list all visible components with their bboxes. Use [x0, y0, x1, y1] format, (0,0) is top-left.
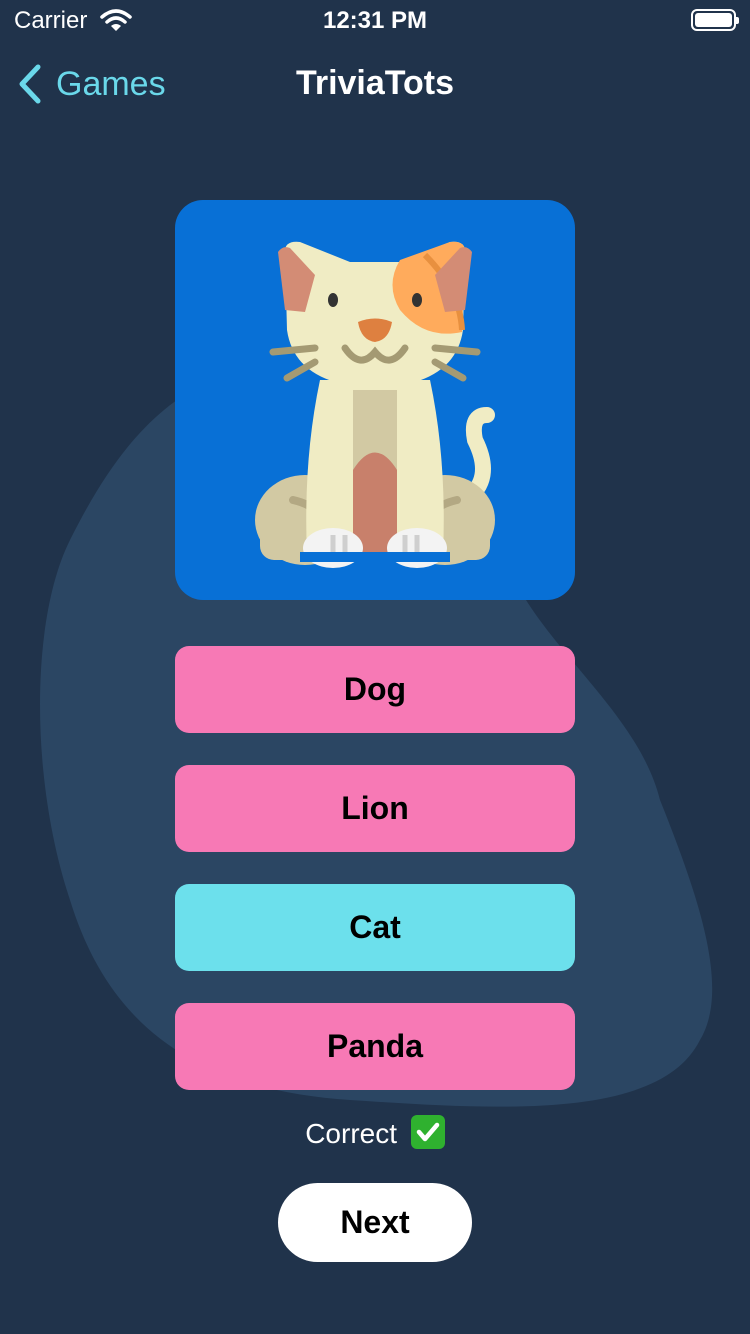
answer-button-dog[interactable]: Dog — [175, 646, 575, 733]
check-mark-icon — [410, 1115, 445, 1149]
status-bar: Carrier 12:31 PM — [0, 0, 750, 40]
feedback-message: Correct — [0, 1115, 750, 1150]
feedback-text: Correct — [305, 1118, 397, 1149]
clock: 12:31 PM — [322, 7, 428, 34]
navigation-bar: Games TriviaTots — [0, 44, 750, 124]
answer-button-panda[interactable]: Panda — [175, 1003, 575, 1090]
answer-button-cat[interactable]: Cat — [175, 884, 575, 971]
page-title: TriviaTots — [295, 64, 455, 102]
question-image-card — [175, 200, 575, 600]
cat-illustration — [255, 241, 495, 568]
battery-icon — [691, 9, 739, 31]
next-button[interactable]: Next — [278, 1183, 472, 1262]
answer-button-lion[interactable]: Lion — [175, 765, 575, 852]
